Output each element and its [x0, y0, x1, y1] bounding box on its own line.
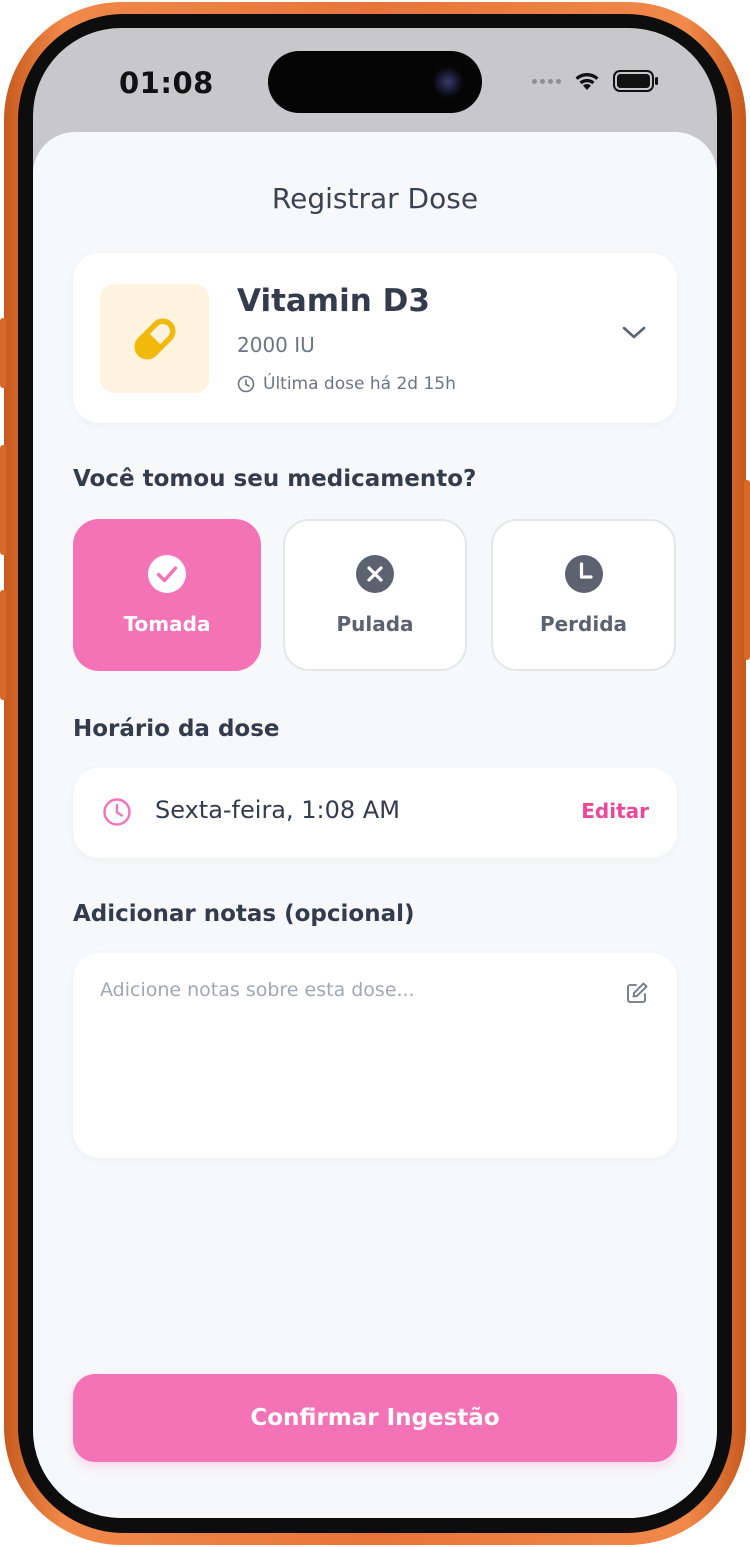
confirm-intake-button[interactable]: Confirmar Ingestão — [73, 1374, 677, 1462]
option-taken-button[interactable]: Tomada — [73, 519, 261, 671]
wifi-icon — [575, 73, 599, 90]
last-dose-text: Última dose há 2d 15h — [263, 374, 456, 394]
medication-dose: 2000 IU — [237, 333, 315, 357]
chevron-down-icon[interactable] — [621, 325, 647, 341]
clock-circle-icon — [564, 555, 603, 593]
notes-input[interactable] — [100, 979, 600, 1129]
notes-label: Adicionar notas (opcional) — [73, 901, 415, 927]
status-icons — [532, 70, 659, 92]
edit-note-icon — [627, 982, 648, 1003]
check-circle-icon — [148, 555, 186, 593]
last-dose-info: Última dose há 2d 15h — [237, 374, 456, 394]
volume-up-button — [0, 445, 6, 555]
dose-time-label: Horário da dose — [73, 716, 280, 742]
option-missed-button[interactable]: Perdida — [491, 519, 676, 671]
sheet-title: Registrar Dose — [271, 182, 479, 215]
pill-icon — [133, 317, 176, 360]
edit-time-button[interactable]: Editar — [581, 799, 649, 823]
intake-question-label: Você tomou seu medicamento? — [73, 466, 477, 492]
power-button — [744, 480, 750, 660]
register-dose-sheet: Registrar Dose Vitamin D3 2000 IU Última… — [33, 132, 717, 1518]
option-skipped-button[interactable]: Pulada — [283, 519, 467, 671]
option-taken-label: Tomada — [123, 612, 211, 636]
screen: 01:08 Registrar Dose Vitamin D3 2000 IU … — [33, 28, 717, 1518]
dynamic-island — [268, 51, 482, 113]
option-missed-label: Perdida — [539, 612, 628, 636]
clock-icon — [103, 798, 131, 826]
status-time: 01:08 — [119, 66, 214, 100]
volume-down-button — [0, 590, 6, 700]
medication-icon-box — [100, 284, 209, 393]
dose-time-value: Sexta-feira, 1:08 AM — [155, 796, 400, 824]
clock-icon — [237, 375, 255, 393]
dose-time-card: Sexta-feira, 1:08 AM Editar — [73, 768, 677, 858]
x-circle-icon — [356, 555, 394, 593]
camera-icon — [432, 66, 464, 98]
battery-icon — [613, 70, 658, 92]
notes-card — [73, 953, 677, 1158]
option-skipped-label: Pulada — [336, 612, 414, 636]
cellular-dots-icon — [532, 78, 561, 84]
medication-name: Vitamin D3 — [237, 283, 430, 319]
medication-selector[interactable]: Vitamin D3 2000 IU Última dose há 2d 15h — [73, 253, 677, 423]
action-button — [0, 318, 6, 388]
